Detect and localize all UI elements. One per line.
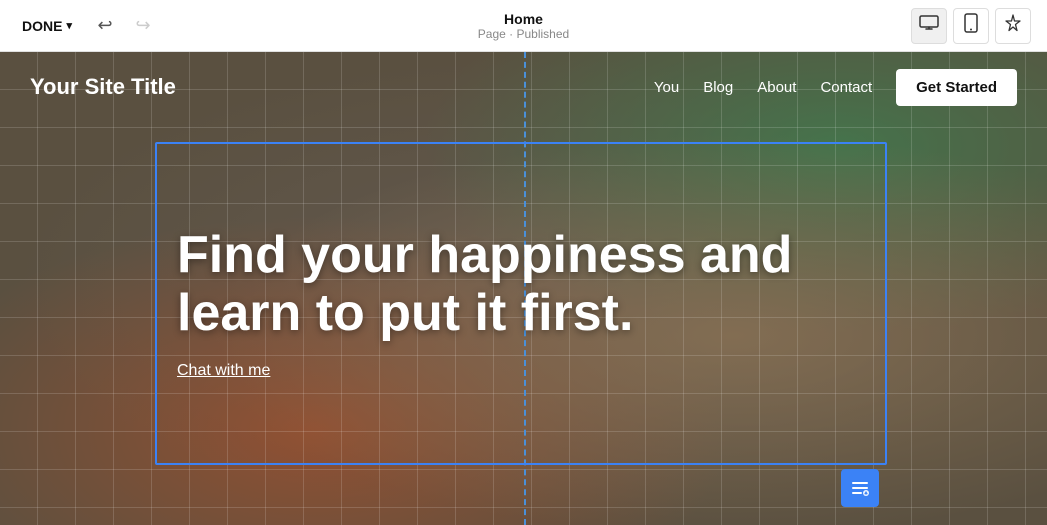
preview-area: Your Site Title You Blog About Contact G… (0, 52, 1047, 525)
nav-cta-button[interactable]: Get Started (896, 69, 1017, 106)
undo-button[interactable]: ↩ (90, 11, 120, 41)
undo-redo-controls: ↩ ↪ (90, 11, 158, 41)
mobile-icon (964, 13, 978, 38)
page-name: Home (478, 11, 569, 27)
mobile-view-button[interactable] (953, 8, 989, 44)
hero-content-block[interactable]: Find your happiness and learn to put it … (155, 142, 887, 465)
site-title: Your Site Title (30, 74, 176, 100)
nav-link-about[interactable]: About (757, 79, 796, 96)
toolbar-center: Home Page · Published (478, 11, 569, 41)
undo-icon: ↩ (97, 15, 112, 36)
hero-headline: Find your happiness and learn to put it … (177, 227, 865, 341)
page-status: Page · Published (478, 27, 569, 41)
hero-cta-link[interactable]: Chat with me (177, 362, 865, 380)
redo-icon: ↪ (135, 15, 150, 36)
magic-button[interactable] (995, 8, 1031, 44)
nav-link-contact[interactable]: Contact (820, 79, 872, 96)
chevron-down-icon: ▾ (66, 19, 72, 32)
toolbar-right (911, 8, 1031, 44)
nav-link-you[interactable]: You (654, 79, 679, 96)
magic-icon (1004, 14, 1022, 37)
done-button[interactable]: DONE ▾ (16, 14, 78, 38)
done-label: DONE (22, 18, 62, 34)
desktop-icon (919, 15, 939, 36)
nav-links: You Blog About Contact Get Started (654, 69, 1017, 106)
content-settings-button[interactable] (841, 469, 879, 507)
desktop-view-button[interactable] (911, 8, 947, 44)
nav-link-blog[interactable]: Blog (703, 79, 733, 96)
toolbar-left: DONE ▾ ↩ ↪ (16, 11, 158, 41)
toolbar: DONE ▾ ↩ ↪ Home Page · Published (0, 0, 1047, 52)
redo-button[interactable]: ↪ (128, 11, 158, 41)
site-navigation: Your Site Title You Blog About Contact G… (0, 52, 1047, 122)
